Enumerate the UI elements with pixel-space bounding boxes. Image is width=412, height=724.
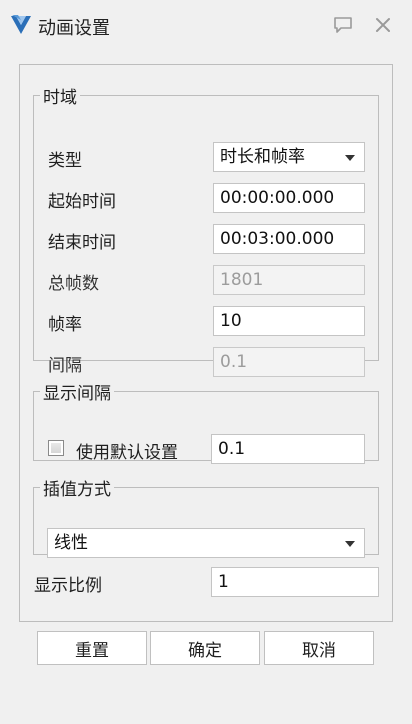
display-ratio-input[interactable] xyxy=(211,567,379,597)
settings-panel: 时域 类型 时长和帧率 起始时间 结束时间 总帧数 帧率 间隔 xyxy=(19,64,393,665)
display-interval-input[interactable] xyxy=(211,434,365,464)
close-icon[interactable] xyxy=(372,14,394,36)
reset-button[interactable]: 重置 xyxy=(37,631,147,665)
type-row: 类型 时长和帧率 xyxy=(34,142,378,172)
interpolation-select[interactable]: 线性 xyxy=(47,528,365,558)
app-logo-icon xyxy=(11,15,31,34)
use-default-checkbox[interactable] xyxy=(48,440,64,456)
total-frames-row: 总帧数 xyxy=(34,265,378,295)
default-setting-row: 使用默认设置 xyxy=(34,434,378,464)
ok-button[interactable]: 确定 xyxy=(150,631,260,665)
end-time-label: 结束时间 xyxy=(48,233,116,253)
total-frames-input xyxy=(213,265,365,295)
start-time-row: 起始时间 xyxy=(34,183,378,213)
use-default-label[interactable]: 使用默认设置 xyxy=(76,438,178,463)
window-title: 动画设置 xyxy=(38,18,110,39)
display-interval-group: 显示间隔 使用默认设置 xyxy=(33,379,379,464)
chevron-down-icon xyxy=(345,155,355,161)
type-select[interactable]: 时长和帧率 xyxy=(213,142,365,172)
time-domain-legend: 时域 xyxy=(43,88,77,108)
interval-input xyxy=(213,347,365,377)
cancel-button[interactable]: 取消 xyxy=(264,631,374,665)
frame-rate-row: 帧率 xyxy=(34,306,378,336)
end-time-row: 结束时间 xyxy=(34,224,378,254)
type-select-value: 时长和帧率 xyxy=(220,147,305,167)
start-time-label: 起始时间 xyxy=(48,192,116,212)
interpolation-select-value: 线性 xyxy=(54,533,88,553)
chevron-down-icon xyxy=(345,541,355,547)
type-label: 类型 xyxy=(48,151,82,171)
time-domain-group: 时域 类型 时长和帧率 起始时间 结束时间 总帧数 帧率 间隔 xyxy=(33,83,379,377)
total-frames-label: 总帧数 xyxy=(48,274,99,294)
feedback-icon[interactable] xyxy=(332,14,354,36)
interval-row: 间隔 xyxy=(34,347,378,377)
display-interval-legend: 显示间隔 xyxy=(43,384,111,404)
interpolation-row: 线性 xyxy=(34,528,378,558)
display-ratio-label: 显示比例 xyxy=(34,576,102,596)
interpolation-group: 插值方式 线性 xyxy=(33,475,379,558)
start-time-input[interactable] xyxy=(213,183,365,213)
display-ratio-row: 显示比例 xyxy=(20,567,392,597)
title-bar: 动画设置 xyxy=(0,0,412,50)
frame-rate-label: 帧率 xyxy=(48,315,82,335)
frame-rate-input[interactable] xyxy=(213,306,365,336)
interval-label: 间隔 xyxy=(48,356,82,376)
end-time-input[interactable] xyxy=(213,224,365,254)
interpolation-legend: 插值方式 xyxy=(43,480,111,500)
